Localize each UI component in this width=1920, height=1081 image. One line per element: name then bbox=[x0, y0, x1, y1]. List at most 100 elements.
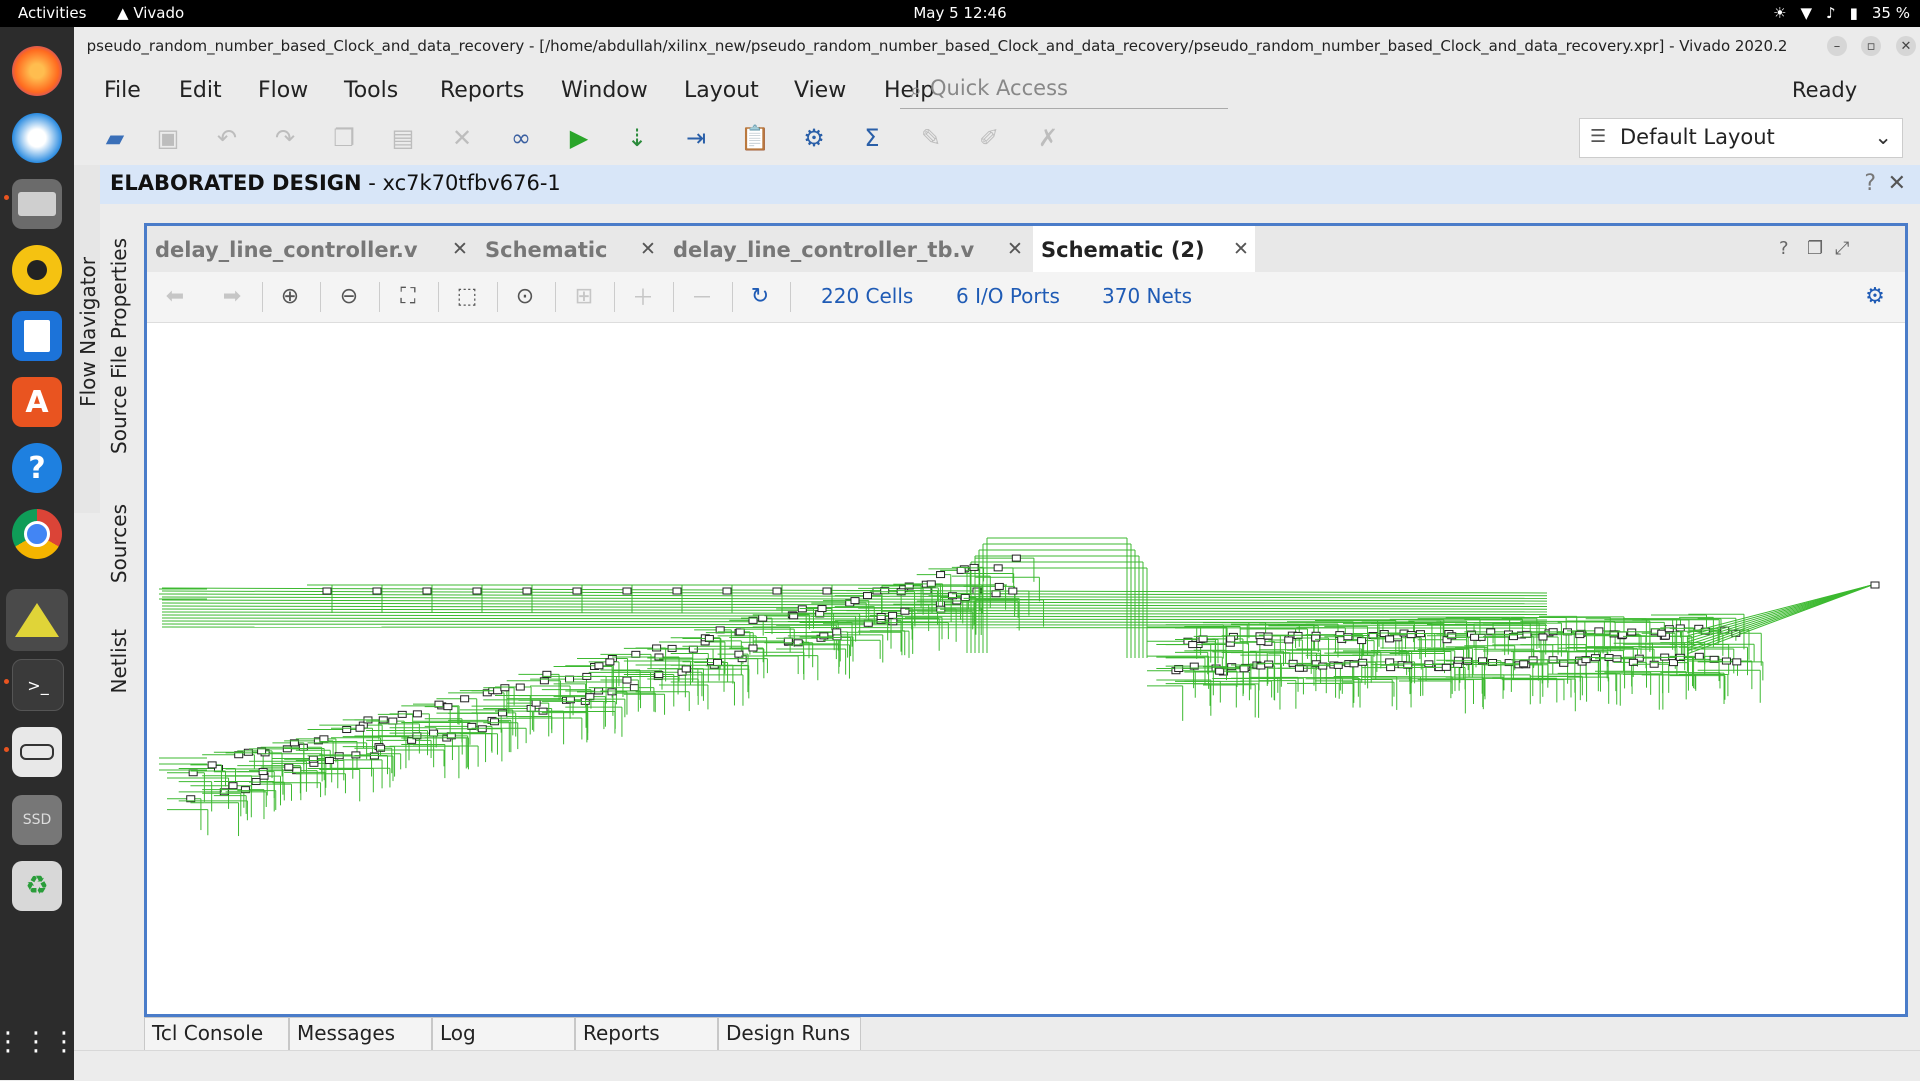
cells-count-link[interactable]: 220 Cells bbox=[821, 284, 913, 308]
close-window-button[interactable]: ✕ bbox=[1896, 36, 1916, 56]
cell[interactable] bbox=[565, 675, 575, 683]
cell[interactable] bbox=[863, 592, 873, 600]
step-icon[interactable]: ⇥ bbox=[680, 122, 712, 154]
cell[interactable] bbox=[1357, 637, 1367, 645]
cell[interactable] bbox=[319, 735, 329, 743]
cell[interactable] bbox=[1694, 652, 1704, 660]
cell[interactable] bbox=[1226, 635, 1236, 643]
cell[interactable] bbox=[429, 729, 439, 737]
tab-delay-line-controller-v[interactable]: delay_line_controller.v ✕ bbox=[147, 226, 474, 272]
system-tray[interactable]: ☀ ▼ ♪ ▮ 35 % bbox=[1773, 4, 1910, 22]
cell[interactable] bbox=[388, 717, 398, 725]
menu-window[interactable]: Window bbox=[561, 78, 648, 103]
cell[interactable] bbox=[422, 587, 432, 595]
cell[interactable] bbox=[355, 724, 365, 732]
cell[interactable] bbox=[817, 605, 827, 613]
cell[interactable] bbox=[1604, 654, 1614, 662]
firefox-icon[interactable] bbox=[12, 46, 62, 96]
cell[interactable] bbox=[822, 587, 832, 595]
writer-icon[interactable] bbox=[12, 311, 62, 361]
cell[interactable] bbox=[994, 582, 1004, 590]
maximize-icon[interactable]: ⤢ bbox=[1835, 238, 1849, 259]
find-binoculars-icon[interactable]: ∞ bbox=[505, 122, 537, 154]
tab-close-icon[interactable]: ✕ bbox=[1007, 238, 1023, 260]
cell[interactable] bbox=[1453, 656, 1463, 664]
cell[interactable] bbox=[631, 650, 641, 658]
layout-select[interactable]: ☰ Default Layout ⌄ bbox=[1579, 118, 1903, 158]
cell[interactable] bbox=[342, 726, 352, 734]
cell[interactable] bbox=[1239, 665, 1249, 673]
quick-access-input[interactable]: ⌕ Quick Access bbox=[900, 74, 1228, 109]
cell[interactable] bbox=[572, 587, 582, 595]
menu-file[interactable]: File bbox=[104, 78, 141, 103]
clock[interactable]: May 5 12:46 bbox=[0, 4, 1920, 22]
cell[interactable] bbox=[622, 676, 632, 684]
cell[interactable] bbox=[991, 590, 1001, 598]
window-titlebar[interactable]: pseudo_random_number_based_Clock_and_dat… bbox=[74, 27, 1920, 64]
cell[interactable] bbox=[460, 695, 470, 703]
terminal-icon[interactable]: >_ bbox=[12, 659, 64, 711]
cell[interactable] bbox=[748, 644, 758, 652]
cell[interactable] bbox=[667, 644, 677, 652]
cell[interactable] bbox=[722, 587, 732, 595]
tab-close-icon[interactable]: ✕ bbox=[640, 238, 656, 260]
cell[interactable] bbox=[672, 587, 682, 595]
help-icon[interactable]: ? bbox=[1779, 238, 1789, 259]
tool-disabled-icon-2[interactable]: ✐ bbox=[973, 122, 1005, 154]
sources-tab[interactable]: Sources bbox=[107, 504, 131, 583]
cell[interactable] bbox=[605, 658, 615, 666]
cell[interactable] bbox=[1612, 655, 1622, 663]
menu-view[interactable]: View bbox=[794, 78, 846, 103]
cell[interactable] bbox=[1263, 632, 1273, 640]
cell[interactable] bbox=[372, 587, 382, 595]
settings-gear-icon[interactable]: ⚙ bbox=[1860, 281, 1890, 311]
menu-reports[interactable]: Reports bbox=[440, 78, 524, 103]
tab-schematic[interactable]: Schematic ✕ bbox=[477, 226, 662, 272]
settings-gear-icon[interactable]: ⚙ bbox=[798, 122, 830, 154]
tab-reports[interactable]: Reports bbox=[575, 1017, 718, 1051]
cell[interactable] bbox=[1343, 633, 1353, 641]
cell[interactable] bbox=[472, 587, 482, 595]
show-apps-icon[interactable]: ⋮⋮⋮ bbox=[0, 1017, 77, 1067]
cell[interactable] bbox=[1519, 660, 1529, 668]
tab-design-runs[interactable]: Design Runs bbox=[718, 1017, 861, 1051]
cell[interactable] bbox=[888, 618, 898, 626]
cell[interactable] bbox=[1385, 635, 1395, 643]
cell[interactable] bbox=[960, 593, 970, 601]
cell[interactable] bbox=[832, 628, 842, 636]
cell[interactable] bbox=[993, 564, 1003, 572]
run-icon[interactable]: ▶ bbox=[563, 122, 595, 154]
schematic-canvas[interactable] bbox=[147, 323, 1905, 1014]
back-arrow-icon[interactable]: ⬅ bbox=[160, 281, 190, 311]
flow-navigator-tab[interactable]: Flow Navigator bbox=[76, 257, 100, 407]
program-download-icon[interactable]: ⇣ bbox=[621, 122, 653, 154]
cell[interactable] bbox=[1311, 634, 1321, 642]
files-icon[interactable] bbox=[12, 179, 62, 229]
cell[interactable] bbox=[207, 761, 217, 769]
cell[interactable] bbox=[1424, 660, 1434, 668]
cell[interactable] bbox=[308, 755, 318, 763]
schematic-graph[interactable] bbox=[147, 323, 1905, 1014]
source-file-properties-tab[interactable]: Source File Properties bbox=[107, 238, 131, 454]
cell[interactable] bbox=[863, 619, 873, 627]
cell[interactable] bbox=[1406, 631, 1416, 639]
cell[interactable] bbox=[652, 644, 662, 652]
cell-icon[interactable]: ⊞ bbox=[569, 281, 599, 311]
open-project-icon[interactable]: ▰ bbox=[99, 122, 131, 154]
tab-schematic-2[interactable]: Schematic (2) ✕ bbox=[1033, 226, 1255, 272]
save-icon[interactable]: ▣ bbox=[152, 122, 184, 154]
tab-close-icon[interactable]: ✕ bbox=[452, 238, 468, 260]
netlist-tab[interactable]: Netlist bbox=[107, 629, 131, 693]
redo-icon[interactable]: ↷ bbox=[269, 122, 301, 154]
cell[interactable] bbox=[397, 710, 407, 718]
cell[interactable] bbox=[1575, 631, 1585, 639]
cell[interactable] bbox=[443, 703, 453, 711]
expand-plus-icon[interactable]: ＋ bbox=[628, 281, 658, 311]
cell[interactable] bbox=[1470, 633, 1480, 641]
cell[interactable] bbox=[515, 683, 525, 691]
zoom-in-icon[interactable]: ⊕ bbox=[275, 281, 305, 311]
maximize-button[interactable]: ▫ bbox=[1861, 36, 1881, 56]
cell[interactable] bbox=[936, 571, 946, 579]
refresh-icon[interactable]: ↻ bbox=[745, 281, 775, 311]
tool-disabled-icon-3[interactable]: ✗ bbox=[1032, 122, 1064, 154]
